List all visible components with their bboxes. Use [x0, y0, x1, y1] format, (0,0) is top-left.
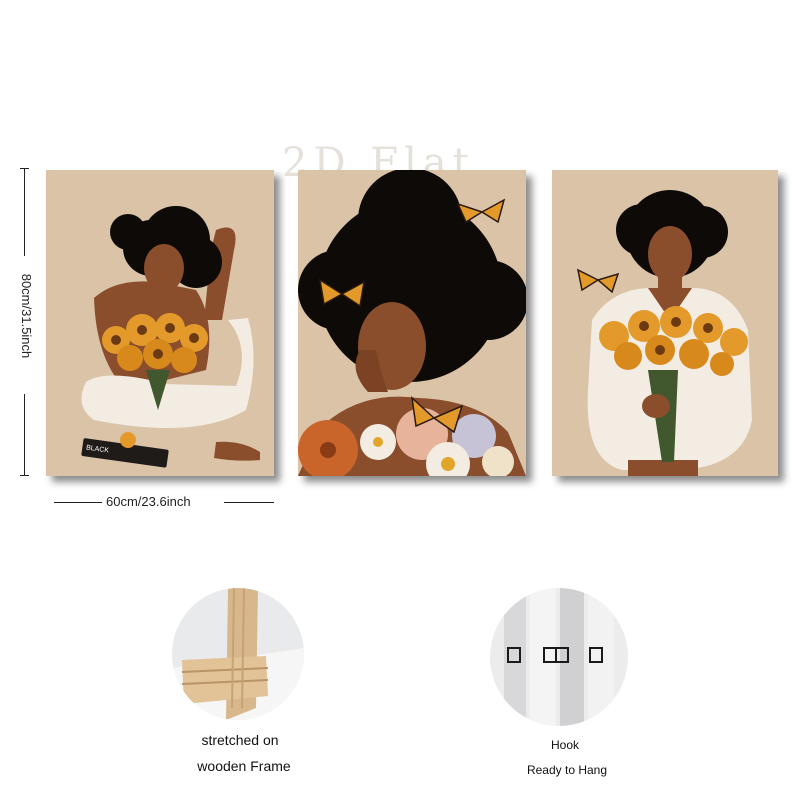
panel-2-illustration [298, 170, 526, 476]
hook-illustration [490, 588, 628, 726]
wooden-frame-illustration [172, 588, 304, 720]
hook-detail-image [490, 588, 628, 726]
canvas-panel-3 [552, 170, 778, 476]
frame-caption-line-1: stretched on [201, 732, 279, 748]
width-dimension-line-right [224, 502, 274, 503]
canvas-panel-2 [298, 170, 526, 476]
width-dimension-label: 60cm/23.6inch [106, 494, 191, 509]
hook-caption-line-2: Ready to Hang [526, 763, 608, 777]
panel-1-illustration [46, 170, 274, 476]
canvas-panel-1: BLACK [46, 170, 274, 476]
frame-caption-line-2: wooden Frame [197, 758, 291, 774]
height-dimension-label: 80cm/31.5inch [19, 273, 34, 359]
panel-3-illustration [552, 170, 778, 476]
wooden-frame-detail-image [172, 588, 304, 720]
width-dimension-line-left [54, 502, 102, 503]
hook-caption-line-1: Hook [550, 738, 579, 752]
